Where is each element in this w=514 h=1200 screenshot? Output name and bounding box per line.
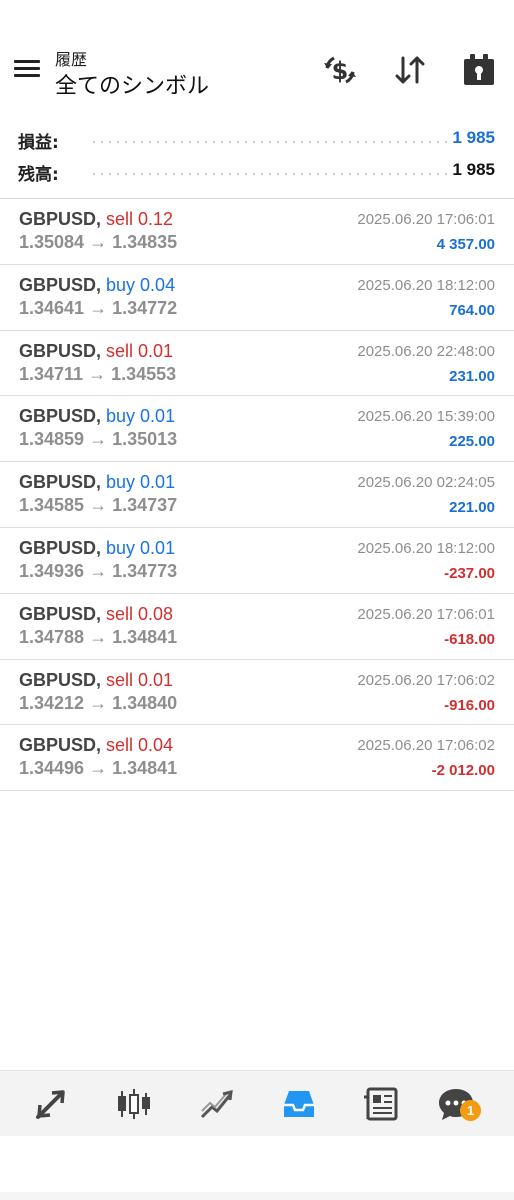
trade-row[interactable]: GBPUSD, buy 0.01 1.34859 → 1.35013 2025.06.… xyxy=(0,396,514,463)
trade-time: 2025.06.20 17:06:01 xyxy=(357,605,495,623)
trade-side-volume: buy 0.04 xyxy=(106,275,175,296)
trade-side-volume: sell 0.08 xyxy=(106,604,173,625)
trade-row[interactable]: GBPUSD, sell 0.01 1.34711 → 1.34553 2025.06… xyxy=(0,331,514,397)
trade-profit: 221.00 xyxy=(449,499,495,517)
trade-prices: 1.34936 → 1.34773 xyxy=(19,560,178,581)
currency-exchange-icon[interactable]: $ xyxy=(322,52,358,88)
trade-time: 2025.06.20 17:06:02 xyxy=(357,671,495,689)
trade-side: buy xyxy=(106,537,136,558)
trade-side: sell xyxy=(106,669,134,690)
trade-time: 2025.06.20 17:06:02 xyxy=(357,737,495,755)
trade-row[interactable]: GBPUSD, sell 0.12 1.35084 → 1.34835 2025.06… xyxy=(0,199,514,265)
trade-profit: 225.00 xyxy=(449,433,495,451)
trade-side-volume: buy 0.01 xyxy=(106,406,175,427)
trade-side: sell xyxy=(106,735,134,756)
profit-label: 損益: xyxy=(18,133,59,153)
balance-label: 残高: xyxy=(18,165,59,185)
system-bar xyxy=(0,1192,514,1200)
trade-volume: 0.01 xyxy=(140,537,176,558)
trade-volume: 0.01 xyxy=(140,472,176,493)
trade-row[interactable]: GBPUSD, sell 0.04 1.34496 → 1.34841 2025.06… xyxy=(0,725,514,792)
trade-row[interactable]: GBPUSD, sell 0.01 1.34212 → 1.34840 2025.06… xyxy=(0,660,514,726)
trade-time: 2025.06.20 18:12:00 xyxy=(357,539,495,557)
trade-side: sell xyxy=(106,603,134,624)
trade-prices: 1.34212 → 1.34840 xyxy=(19,692,178,713)
trade-prices: 1.35084 → 1.34835 xyxy=(19,232,178,252)
profit-value: 1 985 xyxy=(452,128,495,147)
trade-symbol: GBPUSD, xyxy=(19,209,102,229)
trade-side-volume: sell 0.01 xyxy=(106,670,173,691)
trade-prices: 1.34859 → 1.35013 xyxy=(19,429,178,450)
trade-volume: 0.04 xyxy=(140,274,176,295)
balance-row: 残高: 1 985 xyxy=(0,156,514,186)
trade-volume: 0.01 xyxy=(140,406,176,427)
trade-volume: 0.04 xyxy=(138,735,174,756)
news-icon[interactable] xyxy=(362,1085,400,1123)
sort-icon[interactable] xyxy=(392,52,428,88)
trade-time: 2025.06.20 22:48:00 xyxy=(357,342,495,360)
trade-side-volume: sell 0.04 xyxy=(106,735,173,756)
trade-symbol: GBPUSD, xyxy=(19,406,102,427)
trade-side-volume: sell 0.12 xyxy=(106,209,173,230)
page-subtitle: 履歴 xyxy=(55,50,88,69)
trade-time: 2025.06.20 15:39:00 xyxy=(357,408,495,426)
page-title[interactable]: 全てのシンボル xyxy=(55,68,209,100)
balance-value: 1 985 xyxy=(452,160,495,179)
trade-symbol: GBPUSD, xyxy=(19,472,102,493)
trade-profit: 4 357.00 xyxy=(436,236,495,253)
trade-row[interactable]: GBPUSD, buy 0.04 1.34641 → 1.34772 2025.06.… xyxy=(0,265,514,331)
chart-icon[interactable] xyxy=(115,1085,153,1123)
calendar-period-icon[interactable] xyxy=(461,52,497,88)
trade-symbol: GBPUSD, xyxy=(19,340,102,361)
trade-symbol: GBPUSD, xyxy=(19,537,102,558)
trade-profit: -237.00 xyxy=(444,564,495,582)
trade-row[interactable]: GBPUSD, buy 0.01 1.34585 → 1.34737 2025.06.… xyxy=(0,462,514,528)
history-icon[interactable] xyxy=(280,1085,318,1123)
trade-history-list: GBPUSD, sell 0.12 1.35084 → 1.34835 2025.06… xyxy=(0,199,514,792)
account-summary: 損益: 1 985 残高: 1 985 xyxy=(0,120,514,198)
trade-volume: 0.12 xyxy=(138,209,174,229)
chat-notification-badge: 1 xyxy=(460,1100,481,1121)
trade-side: buy xyxy=(106,406,136,427)
trade-prices: 1.34788 → 1.34841 xyxy=(19,626,178,647)
trade-time: 2025.06.20 02:24:05 xyxy=(357,474,495,492)
trade-profit: 231.00 xyxy=(449,367,495,385)
app-header: 履歴 全てのシンボル $ xyxy=(0,0,514,112)
quotes-icon[interactable] xyxy=(32,1085,70,1123)
trade-volume: 0.08 xyxy=(138,603,174,624)
trade-time: 2025.06.20 17:06:01 xyxy=(357,211,495,228)
trade-row[interactable]: GBPUSD, buy 0.01 1.34936 → 1.34773 2025.06.… xyxy=(0,528,514,594)
trade-side-volume: sell 0.01 xyxy=(106,341,173,362)
profit-row: 損益: 1 985 xyxy=(0,124,514,154)
trade-prices: 1.34585 → 1.34737 xyxy=(19,495,178,516)
trade-profit: -2 012.00 xyxy=(431,762,495,780)
dotted-leader xyxy=(90,141,454,143)
trade-profit: -916.00 xyxy=(444,696,495,714)
trade-time: 2025.06.20 18:12:00 xyxy=(357,276,495,294)
menu-icon[interactable] xyxy=(14,58,40,80)
trade-prices: 1.34711 → 1.34553 xyxy=(19,363,177,384)
trade-symbol: GBPUSD, xyxy=(19,669,102,690)
trade-icon[interactable] xyxy=(198,1085,236,1123)
trade-prices: 1.34496 → 1.34841 xyxy=(19,758,178,779)
trade-side-volume: buy 0.01 xyxy=(106,538,175,559)
trade-side: buy xyxy=(106,274,136,295)
trade-side: sell xyxy=(106,340,134,361)
trade-row[interactable]: GBPUSD, sell 0.08 1.34788 → 1.34841 2025.06… xyxy=(0,594,514,660)
trade-volume: 0.01 xyxy=(138,340,174,361)
trade-side: sell xyxy=(106,209,134,229)
trade-volume: 0.01 xyxy=(138,669,174,690)
trade-side-volume: buy 0.01 xyxy=(106,472,175,493)
dotted-leader xyxy=(90,173,454,175)
bottom-navigation xyxy=(0,1070,514,1136)
trade-symbol: GBPUSD, xyxy=(19,735,102,756)
trade-side: buy xyxy=(106,472,136,493)
trade-profit: 764.00 xyxy=(449,301,495,319)
trade-symbol: GBPUSD, xyxy=(19,274,102,295)
trade-prices: 1.34641 → 1.34772 xyxy=(19,297,178,318)
trade-profit: -618.00 xyxy=(444,630,495,648)
trade-symbol: GBPUSD, xyxy=(19,603,102,624)
